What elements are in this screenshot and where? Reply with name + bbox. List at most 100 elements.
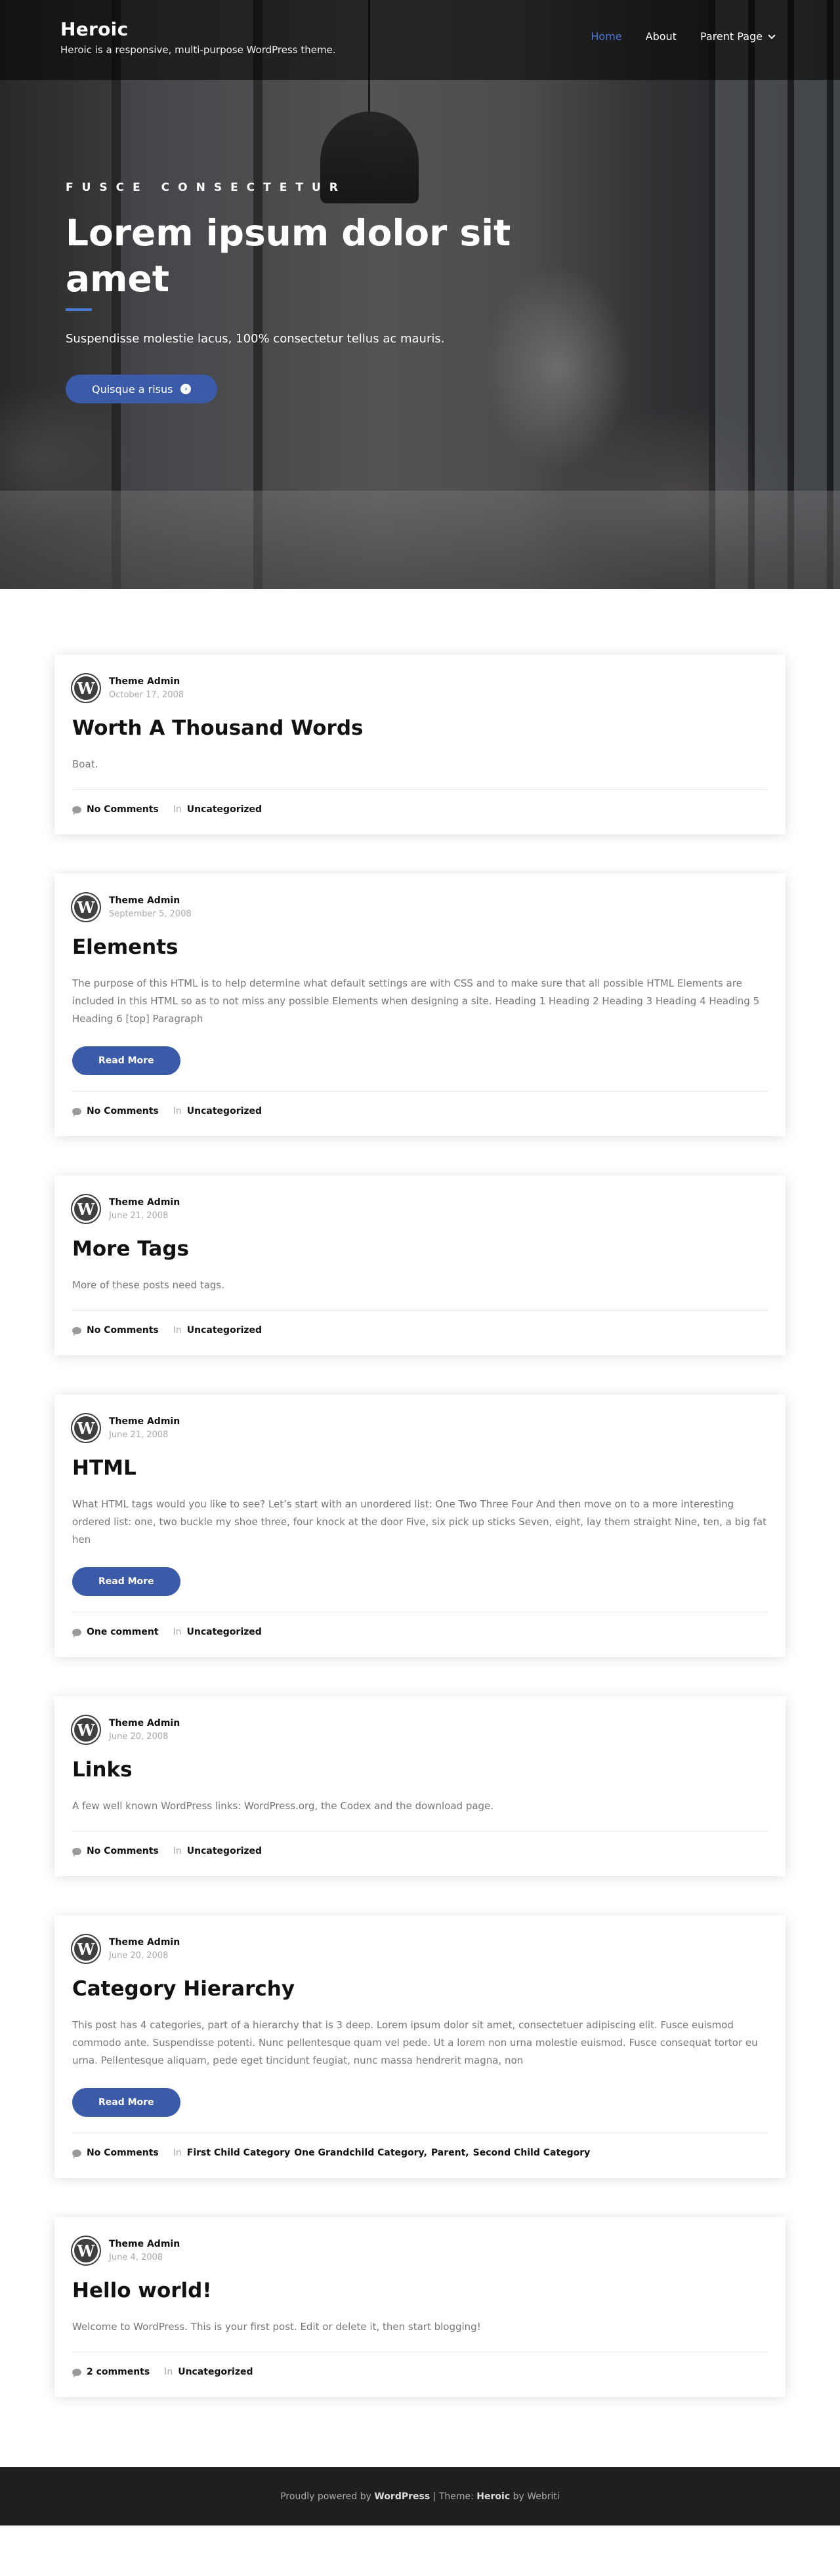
post-comments-link[interactable]: 2 comments bbox=[87, 2367, 150, 2377]
post-author[interactable]: Theme Admin bbox=[109, 1937, 180, 1948]
footer-by: by Webriti bbox=[513, 2491, 560, 2502]
nav-item-home[interactable]: Home bbox=[591, 30, 621, 43]
post-footer: 2 comments In Uncategorized bbox=[72, 2367, 768, 2378]
post-meta: W Theme Admin June 21, 2008 bbox=[72, 1414, 768, 1442]
post-comments-link[interactable]: No Comments bbox=[87, 1325, 159, 1336]
post-divider bbox=[72, 1310, 768, 1311]
post-categories: Uncategorized bbox=[187, 1627, 262, 1637]
post-excerpt: A few well known WordPress links: WordPr… bbox=[72, 1800, 494, 1812]
read-more-button[interactable]: Read More bbox=[72, 2088, 180, 2117]
post-date[interactable]: June 20, 2008 bbox=[109, 1732, 180, 1742]
read-more-button[interactable]: Read More bbox=[72, 1046, 180, 1075]
post-footer: No Comments In Uncategorized bbox=[72, 1325, 768, 1336]
post-author[interactable]: Theme Admin bbox=[109, 1416, 180, 1427]
categories-label: In bbox=[173, 1627, 182, 1637]
post-meta: W Theme Admin June 20, 2008 bbox=[72, 1716, 768, 1744]
post-excerpt: Welcome to WordPress. This is your first… bbox=[72, 2321, 481, 2333]
hero-content: FUSCE CONSECTETUR Lorem ipsum dolor sit … bbox=[66, 181, 525, 403]
post-date[interactable]: September 5, 2008 bbox=[109, 909, 192, 919]
post-categories: Uncategorized bbox=[187, 1846, 262, 1856]
post-excerpt: What HTML tags would you like to see? Le… bbox=[72, 1498, 766, 1545]
post-title[interactable]: HTML bbox=[72, 1455, 768, 1481]
avatar: W bbox=[72, 1935, 100, 1963]
post-title[interactable]: Category Hierarchy bbox=[72, 1976, 768, 2002]
avatar: W bbox=[72, 2237, 100, 2264]
post-date[interactable]: June 4, 2008 bbox=[109, 2253, 180, 2262]
post-excerpt: Boat. bbox=[72, 758, 98, 770]
categories-label: In bbox=[173, 1846, 182, 1856]
nav-item-parent-page[interactable]: Parent Page bbox=[700, 30, 776, 43]
hero-cta-label: Quisque a risus bbox=[92, 382, 173, 396]
footer-theme-link[interactable]: Heroic bbox=[476, 2491, 510, 2502]
arrow-right-icon: › bbox=[180, 384, 192, 394]
post-card: W Theme Admin September 5, 2008 Elements… bbox=[54, 874, 786, 1136]
post-card: W Theme Admin June 21, 2008 HTML What HT… bbox=[54, 1395, 786, 1657]
categories-label: In bbox=[173, 1325, 182, 1336]
post-categories: Uncategorized bbox=[187, 804, 262, 815]
comment-icon bbox=[72, 1107, 81, 1117]
post-meta: W Theme Admin June 4, 2008 bbox=[72, 2237, 768, 2264]
site-footer: Proudly powered by WordPress | Theme: He… bbox=[0, 2467, 840, 2525]
post-date[interactable]: June 21, 2008 bbox=[109, 1211, 180, 1221]
post-card: W Theme Admin June 20, 2008 Category Hie… bbox=[54, 1915, 786, 2178]
categories-label: In bbox=[173, 804, 182, 815]
hero-title: Lorem ipsum dolor sit amet bbox=[66, 212, 511, 300]
post-title[interactable]: More Tags bbox=[72, 1236, 768, 1262]
post-card: W Theme Admin June 21, 2008 More Tags Mo… bbox=[54, 1176, 786, 1355]
posts-list: W Theme Admin October 17, 2008 Worth A T… bbox=[0, 589, 840, 2467]
post-category-link[interactable]: Uncategorized bbox=[178, 2367, 253, 2377]
post-category-link[interactable]: Uncategorized bbox=[187, 1627, 262, 1637]
post-excerpt: This post has 4 categories, part of a hi… bbox=[72, 2019, 758, 2066]
site-description: Heroic is a responsive, multi-purpose Wo… bbox=[60, 44, 336, 56]
read-more-button[interactable]: Read More bbox=[72, 1567, 180, 1596]
post-date[interactable]: June 20, 2008 bbox=[109, 1951, 180, 1961]
nav-item-parent-page-label: Parent Page bbox=[700, 30, 763, 43]
comment-icon bbox=[72, 1628, 81, 1638]
post-comments-link[interactable]: No Comments bbox=[87, 1106, 159, 1116]
post-card: W Theme Admin June 4, 2008 Hello world! … bbox=[54, 2217, 786, 2397]
post-card: W Theme Admin October 17, 2008 Worth A T… bbox=[54, 655, 786, 834]
post-categories: First Child Category One Grandchild Categ… bbox=[187, 2148, 591, 2158]
post-author[interactable]: Theme Admin bbox=[109, 2239, 180, 2249]
post-author[interactable]: Theme Admin bbox=[109, 1197, 180, 1208]
nav-item-about[interactable]: About bbox=[646, 30, 677, 43]
hero-cta-button[interactable]: Quisque a risus › bbox=[66, 375, 218, 403]
post-category-link[interactable]: First Child Category bbox=[187, 2148, 290, 2158]
post-divider bbox=[72, 789, 768, 790]
post-comments-link[interactable]: No Comments bbox=[87, 804, 159, 815]
post-comments-link[interactable]: No Comments bbox=[87, 1846, 159, 1856]
post-category-link[interactable]: Uncategorized bbox=[187, 804, 262, 815]
post-category-link[interactable]: Uncategorized bbox=[187, 1846, 262, 1856]
post-date[interactable]: June 21, 2008 bbox=[109, 1430, 180, 1440]
post-category-link[interactable]: Second Child Category bbox=[473, 2148, 591, 2158]
post-category-link[interactable]: One Grandchild Category, bbox=[294, 2148, 427, 2158]
footer-prefix: Proudly powered by bbox=[280, 2491, 371, 2502]
post-meta: W Theme Admin June 20, 2008 bbox=[72, 1935, 768, 1963]
post-date[interactable]: October 17, 2008 bbox=[109, 690, 184, 700]
post-author[interactable]: Theme Admin bbox=[109, 1718, 180, 1728]
hero-divider bbox=[66, 308, 92, 311]
post-title[interactable]: Hello world! bbox=[72, 2278, 768, 2304]
post-author[interactable]: Theme Admin bbox=[109, 676, 184, 687]
avatar: W bbox=[72, 1414, 100, 1442]
post-categories: Uncategorized bbox=[178, 2367, 253, 2377]
post-category-link[interactable]: Uncategorized bbox=[187, 1106, 262, 1116]
post-category-link[interactable]: Parent, bbox=[431, 2148, 469, 2158]
post-category-link[interactable]: Uncategorized bbox=[187, 1325, 262, 1336]
footer-theme-label: | Theme: bbox=[432, 2491, 474, 2502]
chevron-down-icon bbox=[768, 31, 776, 39]
footer-wordpress-link[interactable]: WordPress bbox=[374, 2491, 430, 2502]
comment-icon bbox=[72, 2149, 81, 2159]
post-excerpt: More of these posts need tags. bbox=[72, 1279, 225, 1291]
post-categories: Uncategorized bbox=[187, 1106, 262, 1116]
post-title[interactable]: Links bbox=[72, 1757, 768, 1783]
post-comments-link[interactable]: No Comments bbox=[87, 2148, 159, 2158]
post-comments-link[interactable]: One comment bbox=[87, 1627, 158, 1637]
comment-icon bbox=[72, 806, 81, 815]
post-title[interactable]: Worth A Thousand Words bbox=[72, 715, 768, 741]
hero-kicker: FUSCE CONSECTETUR bbox=[66, 181, 346, 194]
post-title[interactable]: Elements bbox=[72, 934, 768, 960]
site-title-link[interactable]: Heroic bbox=[60, 18, 128, 40]
post-author[interactable]: Theme Admin bbox=[109, 895, 192, 906]
post-footer: No Comments In Uncategorized bbox=[72, 804, 768, 815]
